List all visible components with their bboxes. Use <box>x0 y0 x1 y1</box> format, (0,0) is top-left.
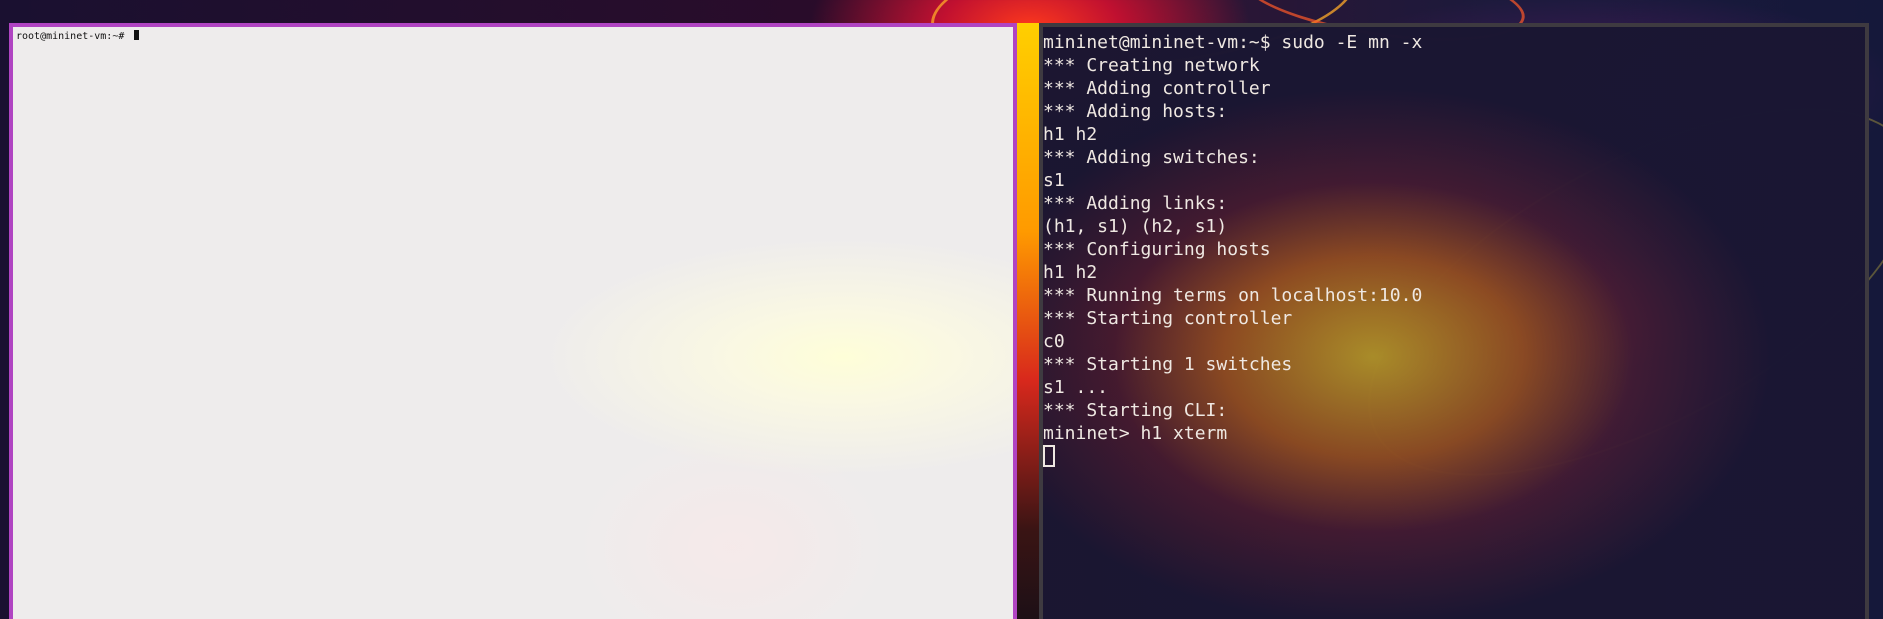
terminal-line: *** Configuring hosts <box>1043 239 1271 260</box>
terminal-line: *** Adding links: <box>1043 193 1228 214</box>
terminal-input-line[interactable] <box>1043 445 1865 468</box>
terminal-line: *** Starting 1 switches <box>1043 354 1293 375</box>
terminal-line: *** Starting controller <box>1043 308 1293 329</box>
mininet-terminal-window[interactable]: mininet@mininet-vm:~$ sudo -E mn -x *** … <box>1039 23 1869 619</box>
xterm-prompt-line[interactable]: root@mininet-vm:~# <box>16 30 140 43</box>
xterm-cursor <box>134 30 140 40</box>
terminal-line: s1 <box>1043 170 1065 191</box>
wallpaper-strip <box>1017 23 1039 619</box>
terminal-line: mininet@mininet-vm:~$ sudo -E mn -x <box>1043 32 1423 53</box>
xterm-window-h1[interactable]: root@mininet-vm:~# <box>9 23 1017 619</box>
terminal-cursor <box>1043 445 1055 467</box>
terminal-line: *** Starting CLI: <box>1043 400 1228 421</box>
terminal-line: *** Running terms on localhost:10.0 <box>1043 285 1423 306</box>
xterm-prompt: root@mininet-vm:~# <box>16 31 131 42</box>
terminal-line: s1 ... <box>1043 377 1109 398</box>
terminal-line: *** Creating network <box>1043 55 1260 76</box>
terminal-line: h1 h2 <box>1043 262 1098 283</box>
terminal-line: *** Adding switches: <box>1043 147 1260 168</box>
terminal-line: h1 h2 <box>1043 124 1098 145</box>
terminal-line: *** Adding hosts: <box>1043 101 1228 122</box>
terminal-line: c0 <box>1043 331 1065 352</box>
terminal-output: mininet@mininet-vm:~$ sudo -E mn -x *** … <box>1043 31 1865 468</box>
terminal-line: mininet> h1 xterm <box>1043 423 1228 444</box>
terminal-line: *** Adding controller <box>1043 78 1271 99</box>
terminal-line: (h1, s1) (h2, s1) <box>1043 216 1228 237</box>
